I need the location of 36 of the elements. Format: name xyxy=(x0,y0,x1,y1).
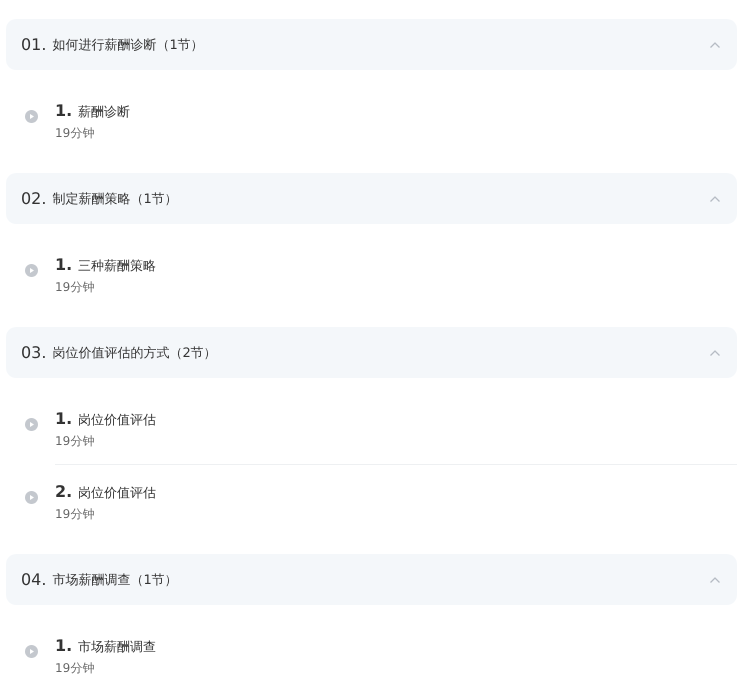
section-number: 02. xyxy=(21,189,46,208)
section-title: 如何进行薪酬诊断（1节） xyxy=(52,36,205,54)
lesson-duration: 19分钟 xyxy=(55,125,94,142)
lesson-duration: 19分钟 xyxy=(55,506,94,523)
chevron-icon xyxy=(709,194,721,202)
lesson-number: 1. xyxy=(55,409,72,428)
section-title: 岗位价值评估的方式（2节） xyxy=(52,344,218,362)
chevron-icon xyxy=(709,40,721,48)
lesson-duration: 19分钟 xyxy=(55,279,94,296)
lesson-title[interactable]: 三种薪酬策略 xyxy=(78,257,156,275)
lesson-title[interactable]: 薪酬诊断 xyxy=(78,103,130,121)
section-header[interactable]: 04. 市场薪酬调查（1节） xyxy=(6,554,737,605)
section-header[interactable]: 02. 制定薪酬策略（1节） xyxy=(6,173,737,224)
lesson-number: 1. xyxy=(55,255,72,274)
lesson-title[interactable]: 市场薪酬调查 xyxy=(78,638,156,656)
lesson-number: 2. xyxy=(55,482,72,501)
play-icon[interactable] xyxy=(25,418,38,431)
section-number: 01. xyxy=(21,35,46,54)
section-title: 市场薪酬调查（1节） xyxy=(52,572,179,588)
chevron-icon xyxy=(709,576,721,584)
play-icon[interactable] xyxy=(25,264,38,277)
play-icon[interactable] xyxy=(25,110,38,123)
lesson-number: 1. xyxy=(55,636,72,655)
section-number: 03. xyxy=(21,343,46,362)
section-title: 制定薪酬策略（1节） xyxy=(52,190,179,208)
section-number: 04. xyxy=(21,570,46,589)
lesson-title[interactable]: 岗位价值评估 xyxy=(78,411,156,429)
lesson-duration: 19分钟 xyxy=(55,433,94,450)
section-header[interactable]: 01. 如何进行薪酬诊断（1节） xyxy=(6,19,737,70)
chevron-icon xyxy=(709,348,721,356)
play-icon[interactable] xyxy=(25,491,38,504)
lesson-title[interactable]: 岗位价值评估 xyxy=(78,484,156,502)
play-icon[interactable] xyxy=(25,645,38,658)
lesson-duration: 19分钟 xyxy=(55,660,94,677)
section-header[interactable]: 03. 岗位价值评估的方式（2节） xyxy=(6,327,737,378)
lesson-number: 1. xyxy=(55,101,72,120)
